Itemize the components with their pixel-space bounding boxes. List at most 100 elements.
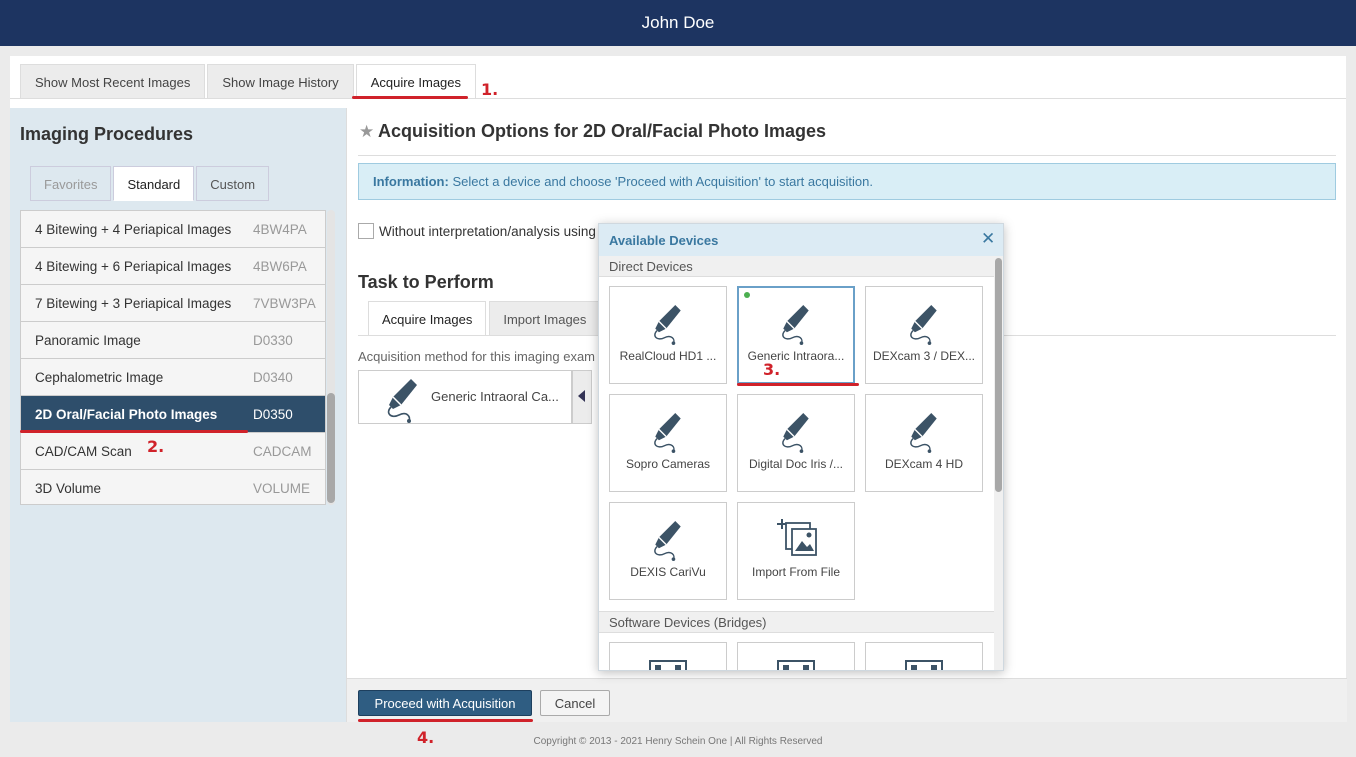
procedure-code: VOLUME (253, 480, 311, 496)
procedure-code: D0350 (253, 406, 293, 422)
selected-device-box[interactable]: Generic Intraoral Ca... (358, 370, 572, 424)
procedure-list: 4 Bitewing + 4 Periapical Images 4BW4PA 4… (20, 210, 326, 505)
procedure-code: 4BW4PA (253, 221, 307, 237)
device-tile-selected[interactable]: Generic Intraora... (737, 286, 855, 384)
cancel-button[interactable]: Cancel (540, 690, 610, 716)
caret-left-icon (578, 390, 585, 402)
tab-custom[interactable]: Custom (196, 166, 270, 201)
tab-acquire-images[interactable]: Acquire Images (355, 64, 477, 99)
procedure-name: 3D Volume (35, 480, 102, 496)
device-picker-toggle[interactable] (572, 370, 592, 424)
import-images-icon (777, 519, 817, 556)
info-text: Select a device and choose 'Proceed with… (452, 174, 873, 189)
task-title: Task to Perform (358, 272, 494, 292)
action-bar: Proceed with Acquisition Cancel (347, 678, 1347, 722)
close-icon[interactable]: ✕ (981, 230, 995, 248)
selected-device-label: Generic Intraoral Ca... (431, 389, 559, 404)
procedure-name: 7 Bitewing + 3 Periapical Images (35, 295, 232, 311)
annotation-step-3: 3. (763, 360, 781, 379)
popup-title: Available Devices (609, 233, 719, 248)
task-tabs: Acquire Images Import Images (368, 301, 603, 336)
favorite-star-icon[interactable]: ★ (359, 122, 374, 142)
bridge-icon (905, 660, 943, 670)
device-tile[interactable]: RealCloud HD1 ... (609, 286, 727, 384)
device-name: Digital Doc Iris /... (748, 457, 844, 471)
device-tile[interactable]: DEXcam 3 / DEX... (865, 286, 983, 384)
procedure-item[interactable]: CAD/CAM Scan CADCAM (21, 433, 325, 470)
device-tile[interactable]: DEXcam 4 HD (865, 394, 983, 492)
intraoral-camera-icon (654, 304, 682, 346)
annotation-underline-2 (20, 430, 248, 433)
annotation-underline-3 (737, 383, 859, 386)
procedure-code: CADCAM (253, 443, 312, 459)
tab-show-most-recent-images[interactable]: Show Most Recent Images (20, 64, 206, 99)
software-devices-section: Software Devices (Bridges) (599, 611, 994, 633)
acquisition-title: Acquisition Options for 2D Oral/Facial P… (378, 121, 827, 141)
intraoral-camera-icon (387, 378, 418, 424)
device-tile[interactable]: Sopro Cameras (609, 394, 727, 492)
procedure-item-selected[interactable]: 2D Oral/Facial Photo Images D0350 (21, 396, 325, 433)
bridge-icon (777, 660, 815, 670)
without-interpretation-checkbox[interactable] (358, 223, 374, 239)
intraoral-camera-icon (782, 412, 810, 454)
tab-show-image-history[interactable]: Show Image History (207, 64, 354, 99)
acquisition-method-label: Acquisition method for this imaging exam (358, 349, 596, 364)
procedure-list-scrollbar[interactable] (327, 210, 335, 505)
procedure-code: 4BW6PA (253, 258, 307, 274)
available-devices-popup: Available Devices ✕ Direct Devices RealC… (598, 223, 1004, 671)
user-name: John Doe (641, 13, 715, 32)
procedure-item[interactable]: Panoramic Image D0330 (21, 322, 325, 359)
procedure-name: 2D Oral/Facial Photo Images (35, 406, 218, 422)
panel-title: Imaging Procedures (20, 124, 194, 144)
tabs-divider (10, 98, 1346, 99)
procedure-name: CAD/CAM Scan (35, 443, 132, 459)
procedure-code: 7VBW3PA (253, 295, 316, 311)
device-name: DEXcam 3 / DEX... (872, 349, 976, 363)
tab-import-images[interactable]: Import Images (489, 301, 601, 336)
active-status-dot (744, 292, 750, 298)
device-name: DEXcam 4 HD (884, 457, 964, 471)
bridge-device-tile[interactable] (609, 642, 727, 670)
procedure-name: 4 Bitewing + 6 Periapical Images (35, 258, 232, 274)
device-tile[interactable]: Import From File (737, 502, 855, 600)
checkbox-label: Without interpretation/analysis using c (379, 224, 607, 239)
device-name: DEXIS CariVu (630, 565, 706, 579)
procedure-name: Panoramic Image (35, 332, 141, 348)
procedure-code: D0340 (253, 369, 293, 385)
procedure-tabs: Favorites Standard Custom (30, 166, 271, 201)
bridge-icon (649, 660, 687, 670)
info-banner: Information: Select a device and choose … (358, 163, 1336, 200)
proceed-with-acquisition-button[interactable]: Proceed with Acquisition (358, 690, 532, 716)
intraoral-camera-icon (654, 520, 682, 562)
copyright-footer: Copyright © 2013 - 2021 Henry Schein One… (533, 736, 823, 747)
intraoral-camera-icon (910, 304, 938, 346)
procedure-item[interactable]: 7 Bitewing + 3 Periapical Images 7VBW3PA (21, 285, 325, 322)
info-label: Information: (373, 174, 449, 189)
tab-acquire-images-task[interactable]: Acquire Images (368, 301, 487, 336)
scrollbar-thumb[interactable] (995, 258, 1002, 492)
annotation-step-2: 2. (147, 437, 165, 456)
device-name: RealCloud HD1 ... (619, 349, 717, 363)
device-tile[interactable]: Digital Doc Iris /... (737, 394, 855, 492)
bridge-device-tile[interactable] (737, 642, 855, 670)
annotation-step-1: 1. (481, 80, 499, 99)
tab-favorites[interactable]: Favorites (30, 166, 112, 201)
direct-devices-section: Direct Devices (599, 256, 994, 277)
device-name: Generic Intraora... (747, 349, 845, 363)
procedure-item[interactable]: Cephalometric Image D0340 (21, 359, 325, 396)
device-tile[interactable]: DEXIS CariVu (609, 502, 727, 600)
procedure-name: Cephalometric Image (35, 369, 164, 385)
bridge-device-tile[interactable] (865, 642, 983, 670)
annotation-underline-4 (358, 719, 533, 722)
tab-standard[interactable]: Standard (113, 166, 195, 201)
top-tabs: Show Most Recent Images Show Image Histo… (20, 64, 478, 99)
scrollbar-thumb[interactable] (327, 393, 335, 503)
popup-scrollbar[interactable] (994, 256, 1003, 670)
procedure-item[interactable]: 4 Bitewing + 6 Periapical Images 4BW6PA (21, 248, 325, 285)
procedure-name: 4 Bitewing + 4 Periapical Images (35, 221, 232, 237)
procedure-item[interactable]: 3D Volume VOLUME (21, 470, 325, 504)
app-header: John Doe (0, 0, 1356, 46)
imaging-procedures-panel: Imaging Procedures Favorites Standard Cu… (10, 108, 346, 722)
procedure-item[interactable]: 4 Bitewing + 4 Periapical Images 4BW4PA (21, 211, 325, 248)
procedure-code: D0330 (253, 332, 293, 348)
